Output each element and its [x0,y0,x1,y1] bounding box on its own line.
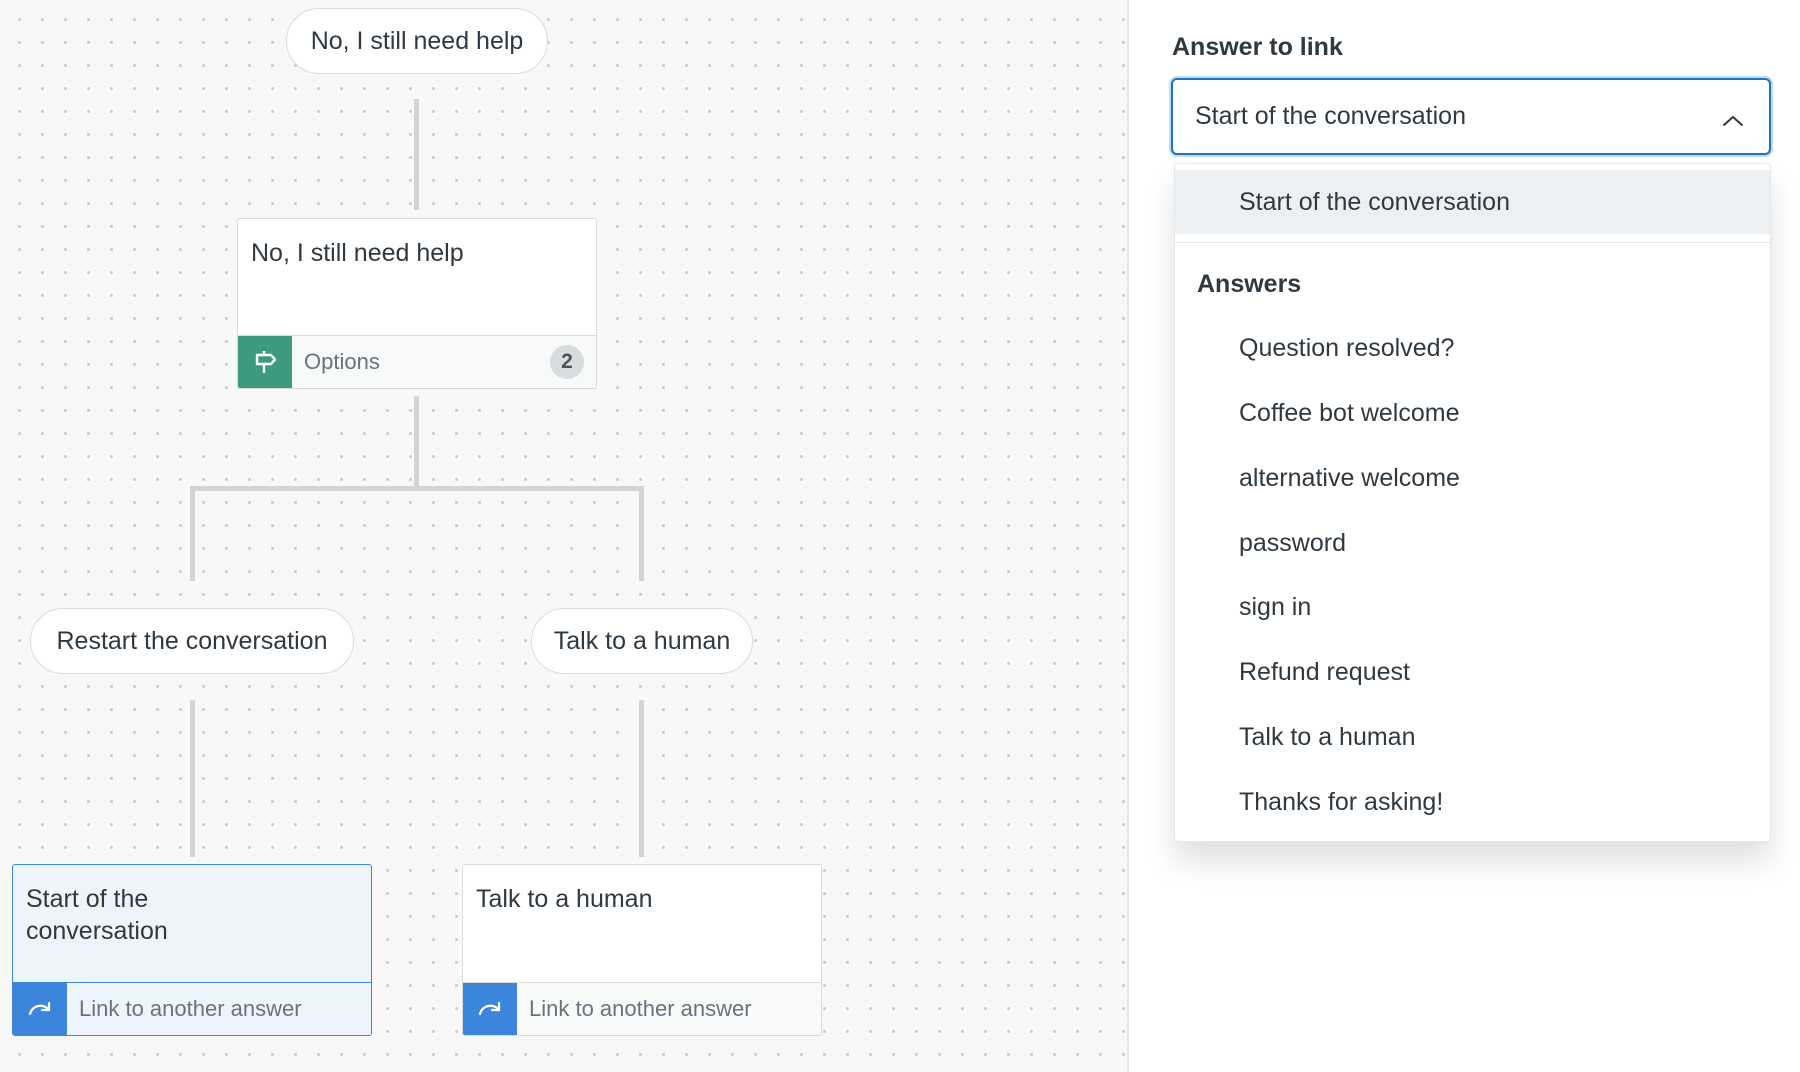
link-card-footer: Link to another answer [13,982,371,1035]
redirect-arrow-icon [13,983,67,1035]
options-card-footer-label: Options [304,349,380,374]
option-pill-talk-to-human[interactable]: Talk to a human [531,608,753,674]
dropdown-option[interactable]: alternative welcome [1175,446,1770,510]
dropdown-option[interactable]: sign in [1175,575,1770,639]
dropdown-option[interactable]: Refund request [1175,640,1770,704]
answer-to-link-label: Answer to link [1172,33,1343,61]
link-card-title: Talk to a human [476,885,653,913]
flow-canvas[interactable]: No, I still need help No, I still need h… [0,0,1129,1072]
dropdown-option[interactable]: Talk to a human [1175,705,1770,769]
options-count-badge: 2 [550,345,584,379]
dropdown-option[interactable]: Coffee bot welcome [1175,381,1770,445]
dropdown-option[interactable]: password [1175,511,1770,575]
link-card-footer: Link to another answer [463,982,821,1035]
dropdown-group-label: Answers [1197,270,1302,298]
side-panel: Answer to link Start of the conversation… [1129,0,1800,1072]
connector [639,700,644,857]
dropdown-option[interactable]: Thanks for asking! [1175,770,1770,834]
options-card-title: No, I still need help [251,239,464,267]
options-card[interactable]: No, I still need help Options 2 [237,218,597,389]
link-card-footer-label: Link to another answer [529,996,752,1021]
link-card-talk-to-human[interactable]: Talk to a human Link to another answer [462,864,822,1036]
connector [190,486,644,491]
dropdown-option[interactable]: Question resolved? [1175,316,1770,380]
answer-select-value: Start of the conversation [1195,102,1466,130]
option-pill-top[interactable]: No, I still need help [286,8,548,74]
options-card-footer: Options 2 [238,335,596,388]
connector [414,396,419,488]
signpost-icon [238,336,292,388]
connector [639,486,644,581]
chevron-up-icon [1721,106,1745,135]
option-pill-restart[interactable]: Restart the conversation [30,608,354,674]
answer-dropdown-menu: Start of the conversation Answers Questi… [1174,163,1771,842]
link-card-title: Start of the conversation [26,885,168,945]
dropdown-option-start[interactable]: Start of the conversation [1175,170,1770,234]
connector [414,99,419,210]
answer-select[interactable]: Start of the conversation [1171,78,1771,155]
redirect-arrow-icon [463,983,517,1035]
link-card-footer-label: Link to another answer [79,996,302,1021]
link-card-start-of-conversation[interactable]: Start of the conversation Link to anothe… [12,864,372,1036]
connector [190,700,195,857]
connector [190,486,195,581]
dropdown-divider [1175,242,1770,243]
